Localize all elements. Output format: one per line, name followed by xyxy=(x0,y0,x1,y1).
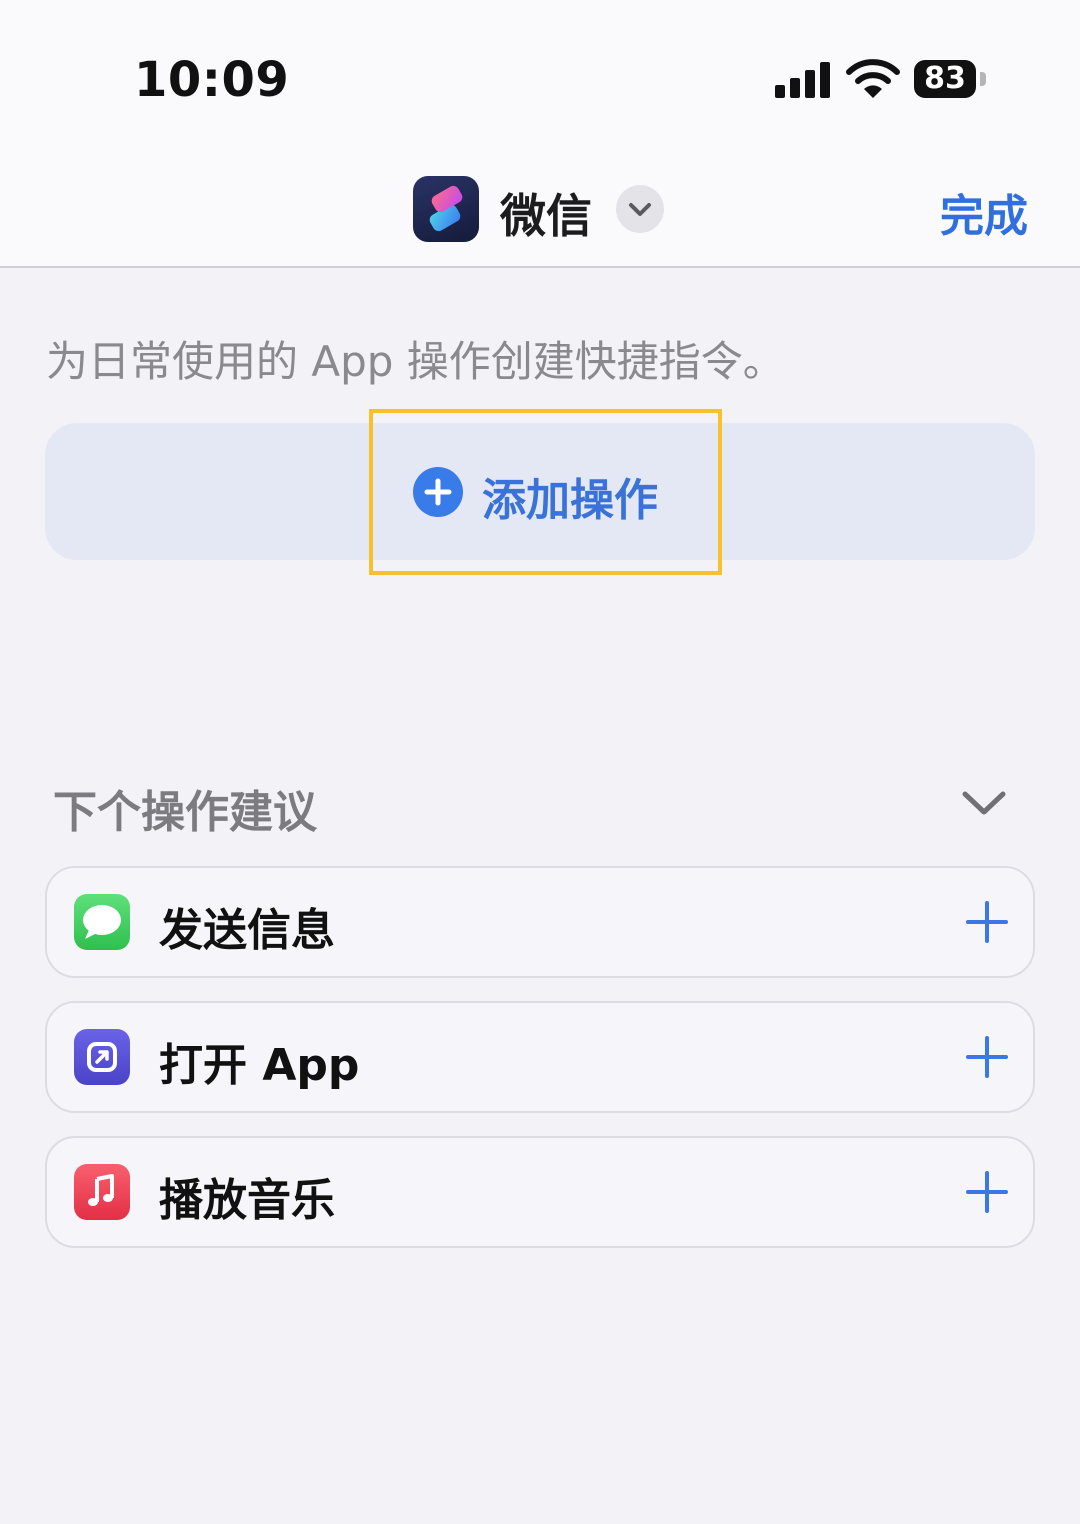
chevron-down-icon[interactable] xyxy=(616,185,664,233)
suggestion-open-app[interactable]: 打开 App xyxy=(45,1001,1035,1113)
suggestion-label: 发送信息 xyxy=(159,905,335,956)
shortcut-description: 为日常使用的 App 操作创建快捷指令。 xyxy=(46,337,785,386)
plus-icon[interactable] xyxy=(965,1170,1009,1214)
music-icon xyxy=(74,1164,130,1220)
wifi-icon xyxy=(846,59,900,98)
battery-indicator: 83 xyxy=(914,60,976,98)
suggestion-label: 打开 App xyxy=(159,1040,360,1091)
shortcut-title[interactable]: 微信 xyxy=(500,180,592,246)
done-button[interactable]: 完成 xyxy=(940,180,1028,244)
suggestion-play-music[interactable]: 播放音乐 xyxy=(45,1136,1035,1248)
add-action-label[interactable]: 添加操作 xyxy=(482,464,658,528)
plus-circle-icon[interactable] xyxy=(413,467,463,517)
open-app-icon xyxy=(74,1029,130,1085)
chevron-down-icon[interactable] xyxy=(958,782,1010,826)
shortcuts-app-icon[interactable] xyxy=(413,176,479,242)
battery-cap xyxy=(980,72,986,86)
top-bar: 10:09 83 微信 完成 xyxy=(0,0,1080,268)
suggestion-send-message[interactable]: 发送信息 xyxy=(45,866,1035,978)
status-time: 10:09 xyxy=(134,52,290,108)
messages-icon xyxy=(74,894,130,950)
plus-icon[interactable] xyxy=(965,900,1009,944)
shortcut-editor-screen: 10:09 83 微信 完成 为日常使用的 App 操作创建快捷指令。 添加操作… xyxy=(0,0,1080,1524)
cellular-signal-icon xyxy=(775,62,831,98)
suggestion-label: 播放音乐 xyxy=(159,1175,335,1226)
suggestions-heading: 下个操作建议 xyxy=(53,787,317,838)
plus-icon[interactable] xyxy=(965,1035,1009,1079)
